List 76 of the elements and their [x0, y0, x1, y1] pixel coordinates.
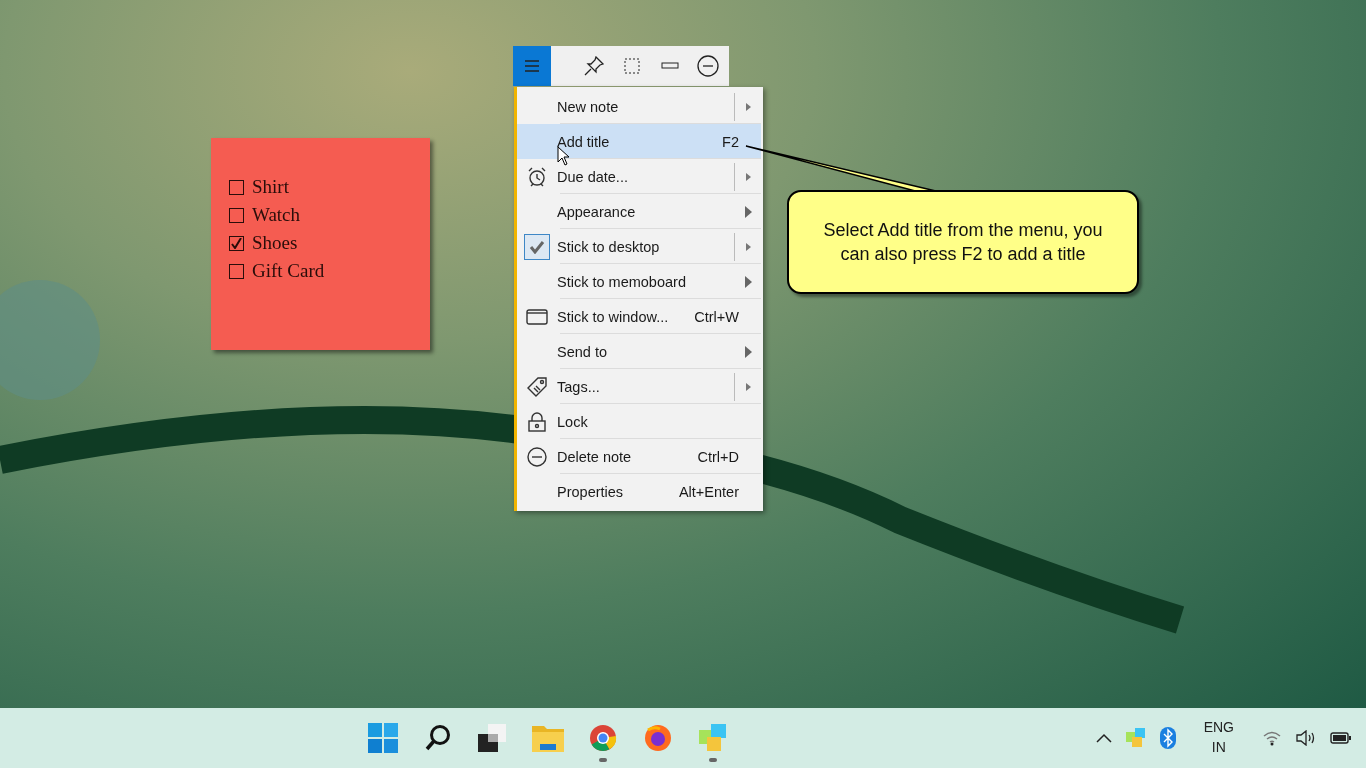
- menu-item[interactable]: Lock: [517, 404, 761, 439]
- submenu-arrow-icon: [744, 205, 752, 218]
- menu-icon: [525, 60, 539, 72]
- region-text: IN: [1211, 738, 1226, 757]
- shortcut-text: F2: [722, 133, 739, 150]
- note-checkbox[interactable]: [229, 179, 244, 195]
- alarm-clock-icon: [527, 166, 547, 187]
- padlock-icon: [528, 411, 546, 432]
- menu-item[interactable]: Add title F2: [517, 124, 761, 159]
- speaker-icon[interactable]: [1296, 730, 1316, 746]
- tag-icon: [527, 376, 547, 397]
- submenu-arrow-icon: [745, 382, 751, 391]
- pin-icon: [584, 56, 604, 76]
- menu-item[interactable]: Delete note Ctrl+D: [517, 439, 761, 474]
- menu-item[interactable]: Tags...: [517, 369, 761, 404]
- shortcut-text: Ctrl+W: [694, 308, 739, 325]
- menu-item-label: New note: [557, 98, 620, 115]
- submenu-arrow-icon: [745, 172, 751, 181]
- menu-item-label: Tags...: [557, 378, 601, 395]
- note-item-text: Shoes: [252, 232, 298, 254]
- menu-item-label: Appearance: [557, 203, 637, 220]
- running-indicator: [708, 758, 717, 762]
- menu-item-label: Send to: [557, 343, 608, 360]
- note-item-text: Gift Card: [252, 260, 325, 282]
- menu-item[interactable]: New note: [517, 89, 761, 124]
- menu-item-label: Delete note: [557, 448, 633, 465]
- note-checkbox[interactable]: [229, 235, 244, 251]
- note-checkbox[interactable]: [229, 207, 244, 223]
- dashed-square-icon: [624, 58, 640, 74]
- menu-item[interactable]: Stick to desktop: [517, 229, 761, 264]
- menu-item-label: Stick to window...: [557, 308, 670, 325]
- minus-circle-icon: [697, 55, 719, 77]
- menu-item-label: Lock: [557, 413, 589, 430]
- submenu-arrow-icon: [744, 275, 752, 288]
- checkmark-icon: [231, 237, 242, 249]
- menu-item[interactable]: Appearance: [517, 194, 761, 229]
- wifi-icon[interactable]: [1262, 730, 1282, 746]
- chevron-up-icon[interactable]: [1095, 733, 1112, 743]
- submenu-arrow-icon: [744, 345, 752, 358]
- menu-item[interactable]: Stick to memoboard: [517, 264, 761, 299]
- menu-item[interactable]: Due date...: [517, 159, 761, 194]
- minus-circle-icon: [527, 446, 547, 467]
- windows-logo-icon: [367, 723, 398, 753]
- submenu-arrow-icon: [745, 102, 751, 111]
- language-indicator[interactable]: ENG IN: [1203, 718, 1234, 758]
- mouse-cursor-icon: [557, 146, 569, 166]
- menu-item-label: Due date...: [557, 168, 629, 185]
- window-icon: [526, 308, 548, 325]
- bar-icon: [661, 62, 679, 70]
- submenu-arrow-icon: [745, 242, 751, 251]
- folder-icon: [531, 724, 564, 752]
- search-icon: [423, 724, 452, 752]
- colored-squares-icon: [698, 724, 727, 752]
- note-checkbox[interactable]: [229, 263, 244, 279]
- chrome-icon: [588, 724, 617, 752]
- shortcut-text: Ctrl+D: [697, 448, 739, 465]
- language-text: ENG: [1203, 718, 1234, 738]
- menu-item-label: Add title: [557, 133, 611, 150]
- menu-item[interactable]: Properties Alt+Enter: [517, 474, 761, 509]
- menu-item-label: Stick to memoboard: [557, 273, 687, 290]
- shortcut-text: Alt+Enter: [678, 483, 739, 500]
- checkmark-icon: [529, 239, 545, 254]
- stick-checkbox[interactable]: [524, 233, 550, 260]
- bluetooth-icon[interactable]: [1159, 727, 1176, 749]
- colored-squares-icon[interactable]: [1125, 728, 1146, 748]
- menu-item-label: Stick to desktop: [557, 238, 661, 255]
- note-item-text: Shirt: [252, 176, 289, 198]
- menu-item[interactable]: Stick to window... Ctrl+W: [517, 299, 761, 334]
- menu-item[interactable]: Send to: [517, 334, 761, 369]
- menu-button[interactable]: [513, 46, 551, 86]
- menu-item-label: Properties: [557, 483, 625, 500]
- firefox-icon: [643, 724, 672, 752]
- task-view-icon: [477, 724, 508, 752]
- running-indicator: [598, 758, 607, 762]
- note-item-text: Watch: [252, 204, 301, 226]
- battery-icon[interactable]: [1330, 732, 1352, 744]
